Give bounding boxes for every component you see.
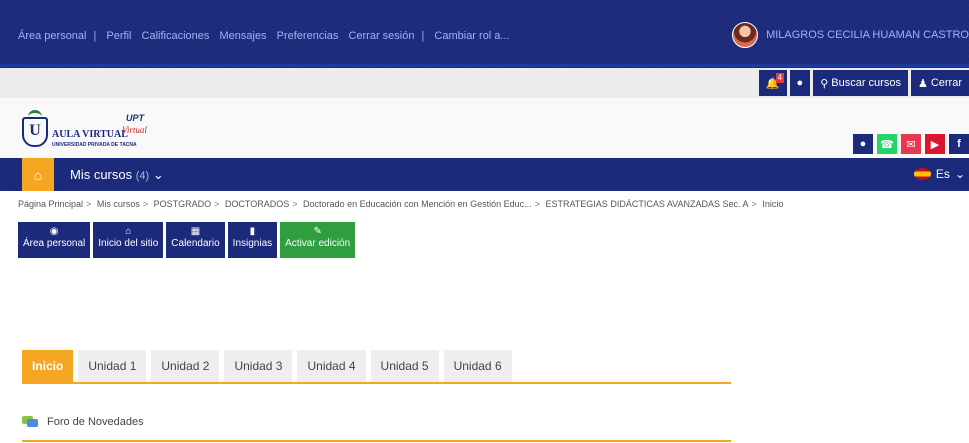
chevron-down-icon: ⌄ — [152, 167, 164, 182]
link-calificaciones[interactable]: Calificaciones — [142, 30, 210, 42]
whatsapp-icon[interactable]: ☎ — [877, 134, 897, 154]
enable-editing-label: Activar edición — [285, 238, 351, 249]
area-personal-button[interactable]: ◉ Área personal — [18, 222, 91, 258]
utility-bar: 🔔 4 ● ⚲ Buscar cursos ♟ Cerrar — [0, 68, 969, 98]
breadcrumb-separator: > — [86, 199, 92, 209]
notifications-button[interactable]: 🔔 4 — [758, 70, 787, 96]
bookmark-icon: ▮ — [249, 226, 256, 237]
search-icon: ⚲ — [820, 77, 829, 90]
link-mensajes[interactable]: Mensajes — [219, 30, 266, 42]
user-links: Área personal | Perfil Calificaciones Men… — [18, 30, 517, 42]
forum-link[interactable]: Foro de Novedades — [22, 416, 144, 428]
youtube-icon[interactable]: ▶ — [925, 134, 945, 154]
enable-editing-button[interactable]: ✎ Activar edición — [280, 222, 356, 258]
logo-name: AULA VIRTUAL — [52, 129, 128, 140]
forum-icon — [22, 416, 38, 428]
shield-icon: U — [22, 117, 48, 147]
main-navbar: ⌂ Mis cursos (4) ⌄ Es ⌄ — [0, 158, 969, 191]
home-icon: ⌂ — [33, 166, 43, 183]
breadcrumb-course[interactable]: ESTRATEGIAS DIDÁCTICAS AVANZADAS Sec. A — [545, 199, 748, 209]
spain-flag-icon — [913, 168, 931, 180]
tab-unidad-6[interactable]: Unidad 6 — [443, 350, 512, 382]
user-name[interactable]: MILAGROS CECILIA HUAMAN CASTRO — [766, 29, 969, 41]
area-personal-label: Área personal — [23, 238, 86, 249]
facebook-icon[interactable]: f — [949, 134, 969, 154]
section-divider — [22, 440, 731, 442]
avatar[interactable] — [732, 22, 759, 48]
forum-label: Foro de Novedades — [47, 416, 144, 428]
navbar-divider — [0, 64, 969, 67]
breadcrumb-current[interactable]: Inicio — [762, 199, 783, 209]
link-area-personal[interactable]: Área personal — [18, 30, 87, 42]
badges-button[interactable]: ▮ Insignias — [227, 222, 278, 258]
breadcrumb: Página Principal > Mis cursos > POSTGRADO >… — [18, 199, 783, 209]
breadcrumb-postgrado[interactable]: POSTGRADO — [154, 199, 212, 209]
logo-virtual: Virtual — [122, 125, 147, 135]
link-cerrar-sesion[interactable]: Cerrar sesión — [348, 30, 414, 42]
site-home-label: Inicio del sitio — [98, 238, 159, 249]
chevron-down-icon: ⌄ — [954, 167, 965, 181]
section-tabs: Inicio Unidad 1 Unidad 2 Unidad 3 Unidad… — [22, 350, 512, 382]
home-button[interactable]: ⌂ — [22, 158, 54, 191]
mail-icon[interactable]: ✉ — [901, 134, 921, 154]
calendar-label: Calendario — [171, 238, 220, 249]
language-label: Es — [935, 167, 950, 181]
my-courses-dropdown[interactable]: Mis cursos (4) ⌄ — [70, 167, 164, 183]
breadcrumb-home[interactable]: Página Principal — [18, 199, 83, 209]
breadcrumb-separator: > — [534, 199, 540, 209]
close-label: Cerrar — [930, 77, 962, 89]
edit-icon: ✎ — [313, 226, 322, 237]
home-icon: ⌂ — [125, 226, 132, 237]
breadcrumb-separator: > — [751, 199, 757, 209]
logo-bar: U AULA VIRTUAL UNIVERSIDAD PRIVADA DE TA… — [0, 98, 969, 158]
action-buttons: ◉ Área personal ⌂ Inicio del sitio ▦ Calend… — [18, 222, 356, 258]
link-preferencias[interactable]: Preferencias — [277, 30, 339, 42]
search-courses-label: Buscar cursos — [831, 77, 901, 89]
notification-badge: 4 — [775, 73, 784, 83]
user-menu[interactable]: MILAGROS CECILIA HUAMAN CASTRO — [732, 22, 969, 48]
calendar-button[interactable]: ▦ Calendario — [166, 222, 225, 258]
social-links: ● ☎ ✉ ▶ f — [853, 134, 969, 154]
search-courses-button[interactable]: ⚲ Buscar cursos — [813, 70, 908, 96]
separator: | — [93, 30, 97, 42]
link-perfil[interactable]: Perfil — [106, 30, 131, 42]
globe-icon[interactable]: ● — [853, 134, 873, 154]
tab-unidad-5[interactable]: Unidad 5 — [370, 350, 439, 382]
tab-unidad-3[interactable]: Unidad 3 — [224, 350, 293, 382]
breadcrumb-program[interactable]: Doctorado en Educación con Mención en Ge… — [303, 199, 532, 209]
breadcrumb-my-courses[interactable]: Mis cursos — [97, 199, 140, 209]
user-icon: ♟ — [917, 77, 928, 90]
link-cambiar-rol[interactable]: Cambiar rol a... — [434, 30, 509, 42]
calendar-icon: ▦ — [190, 226, 201, 237]
language-selector[interactable]: Es ⌄ — [913, 167, 965, 181]
top-navbar: Área personal | Perfil Calificaciones Men… — [0, 0, 969, 68]
tab-unidad-2[interactable]: Unidad 2 — [151, 350, 220, 382]
breadcrumb-separator: > — [142, 199, 149, 209]
tab-inicio[interactable]: Inicio — [22, 350, 74, 382]
breadcrumb-separator: > — [214, 199, 220, 209]
separator: | — [421, 30, 425, 42]
site-logo[interactable]: U AULA VIRTUAL UNIVERSIDAD PRIVADA DE TA… — [22, 105, 172, 153]
logo-upt: UPT — [126, 113, 144, 123]
tab-unidad-1[interactable]: Unidad 1 — [78, 350, 147, 382]
logo-subtitle: UNIVERSIDAD PRIVADA DE TACNA — [52, 142, 137, 148]
messages-button[interactable]: ● — [789, 70, 811, 96]
my-courses-label: Mis cursos — [70, 167, 133, 182]
breadcrumb-separator: > — [292, 199, 298, 209]
close-button[interactable]: ♟ Cerrar — [910, 70, 969, 96]
my-courses-count: (4) — [135, 170, 150, 182]
chat-icon: ● — [796, 77, 804, 89]
tab-unidad-4[interactable]: Unidad 4 — [297, 350, 366, 382]
badges-label: Insignias — [232, 238, 273, 249]
breadcrumb-doctorados[interactable]: DOCTORADOS — [225, 199, 289, 209]
site-home-button[interactable]: ⌂ Inicio del sitio — [93, 222, 164, 258]
dashboard-icon: ◉ — [49, 226, 59, 237]
tabs-underline — [22, 382, 731, 384]
